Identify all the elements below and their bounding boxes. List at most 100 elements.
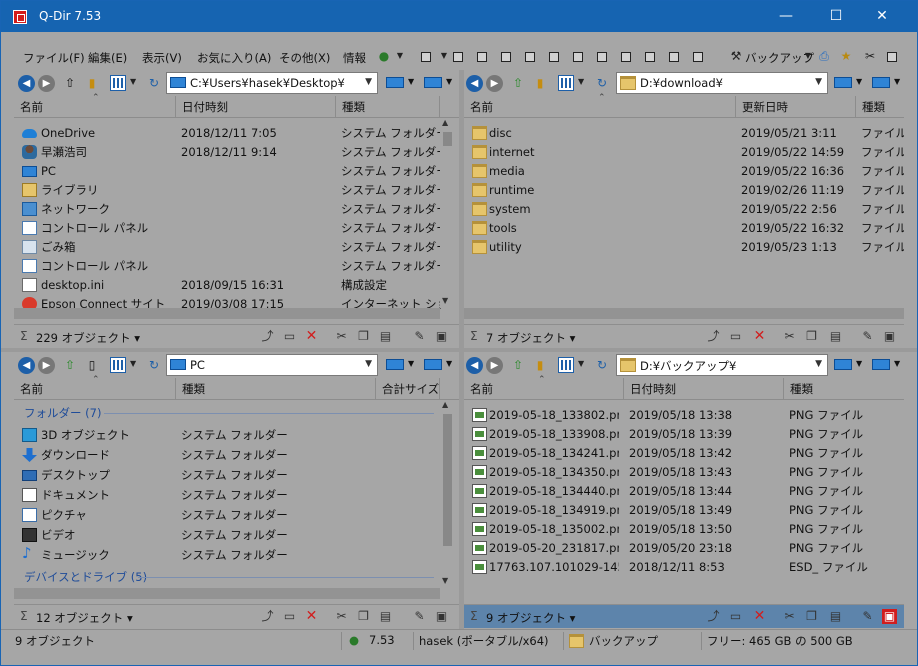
layout-7-icon[interactable] xyxy=(597,52,607,62)
scroll-down-icon[interactable]: ▼ xyxy=(442,296,448,305)
group-header-devices[interactable]: デバイスとドライブ (5) xyxy=(24,568,147,586)
printer-icon[interactable]: ⎙ xyxy=(817,49,831,63)
list-item[interactable]: desktop.ini 2018/09/15 16:31 構成設定 xyxy=(14,276,440,295)
lightning-icon[interactable]: ⤴ xyxy=(706,329,721,344)
delete-icon[interactable]: ✕ xyxy=(752,609,767,624)
chevron-down-icon[interactable]: ▼ xyxy=(578,359,584,368)
list-item[interactable]: runtime 2019/02/26 11:19 ファイル フ xyxy=(464,181,904,200)
forward-button[interactable]: ▶ xyxy=(486,357,503,374)
back-button[interactable]: ◀ xyxy=(466,357,483,374)
horizontal-scrollbar[interactable] xyxy=(14,308,440,319)
menu-other[interactable]: その他(X) xyxy=(279,50,330,66)
new-folder-icon[interactable]: ▯ xyxy=(84,357,100,373)
scroll-up-icon[interactable]: ▲ xyxy=(442,400,448,409)
list-item[interactable]: 2019-05-18_135002.png 2019/05/18 13:50 PNG… xyxy=(464,520,904,539)
cut-icon[interactable]: ✂ xyxy=(334,329,349,344)
layout-3-icon[interactable] xyxy=(501,52,511,62)
chevron-down-icon[interactable]: ▼ xyxy=(393,49,407,63)
new-folder-icon[interactable]: ▮ xyxy=(532,357,548,373)
copy-icon[interactable]: ❐ xyxy=(356,329,371,344)
up-folder-icon[interactable]: ⇧ xyxy=(510,75,526,91)
chevron-down-icon[interactable]: ▼ xyxy=(815,359,822,369)
chevron-down-icon[interactable]: ▼ xyxy=(815,77,822,87)
close-button[interactable]: ✕ xyxy=(859,1,905,32)
menu-favorites[interactable]: お気に入り(A) xyxy=(197,50,271,66)
chevron-down-icon[interactable]: ▼ xyxy=(130,77,136,86)
chevron-down-icon[interactable]: ▼ xyxy=(437,49,451,63)
column-type[interactable]: 種類 xyxy=(784,378,904,400)
list-item[interactable]: ライブラリ システム フォルダー xyxy=(14,181,441,200)
vertical-scrollbar[interactable]: ▲ ▼ xyxy=(440,400,455,588)
cut-icon[interactable]: ✂ xyxy=(782,609,797,624)
forward-button[interactable]: ▶ xyxy=(38,357,55,374)
path-field[interactable]: PC ▼ xyxy=(166,354,378,376)
menu-info[interactable]: 情報 xyxy=(343,50,366,66)
list-item[interactable]: ピクチャ システム フォルダー xyxy=(14,506,440,525)
monitor-menu-button[interactable]: ▼ xyxy=(382,74,420,92)
up-folder-icon[interactable]: ⇧ xyxy=(62,357,78,373)
monitor-menu-button-2[interactable]: ▼ xyxy=(420,356,458,374)
monitor-menu-button-2[interactable]: ▼ xyxy=(420,74,458,92)
list-item[interactable]: 2019-05-18_134241.png 2019/05/18 13:42 PNG… xyxy=(464,444,904,463)
layout-5-icon[interactable] xyxy=(549,52,559,62)
horizontal-scrollbar[interactable] xyxy=(464,308,904,319)
object-count[interactable]: 7 オブジェクト ▾ xyxy=(486,330,575,346)
layout-8-icon[interactable] xyxy=(621,52,631,62)
tools-icon[interactable]: ✂ xyxy=(863,49,877,63)
list-item[interactable]: media 2019/05/22 16:36 ファイル フ xyxy=(464,162,904,181)
cut-icon[interactable]: ✂ xyxy=(334,609,349,624)
monitor-menu-button[interactable]: ▼ xyxy=(830,356,868,374)
scroll-thumb[interactable] xyxy=(443,414,452,546)
menu-file[interactable]: ファイル(F) xyxy=(23,50,85,66)
list-item[interactable]: ネットワーク システム フォルダー xyxy=(14,200,441,219)
lightning-icon[interactable]: ⤴ xyxy=(260,329,275,344)
chevron-down-icon[interactable]: ▼ xyxy=(801,49,815,63)
list-item[interactable]: 2019-05-18_134440.png 2019/05/18 13:44 PNG… xyxy=(464,482,904,501)
refresh-icon[interactable]: ↻ xyxy=(146,75,162,91)
star-icon[interactable]: ★ xyxy=(839,49,853,63)
refresh-icon[interactable]: ↻ xyxy=(146,357,162,373)
monitor-menu-button[interactable]: ▼ xyxy=(830,74,868,92)
backup-icon[interactable]: ⚒ xyxy=(729,49,743,63)
new-folder-icon[interactable]: ▮ xyxy=(532,75,548,91)
view-mode-icon[interactable] xyxy=(558,357,574,373)
lightning-icon[interactable]: ⤴ xyxy=(260,609,275,624)
list-item[interactable]: 2019-05-18_133802.png 2019/05/18 13:38 PNG… xyxy=(464,406,904,425)
chevron-down-icon[interactable]: ▼ xyxy=(130,359,136,368)
list-item[interactable]: system 2019/05/22 2:56 ファイル フ xyxy=(464,200,904,219)
copy-icon[interactable]: ❐ xyxy=(804,609,819,624)
column-modified[interactable]: 更新日時 xyxy=(736,96,856,118)
list-item[interactable]: utility 2019/05/23 1:13 ファイル フ xyxy=(464,238,904,257)
layout-4-icon[interactable] xyxy=(525,52,535,62)
menu-view[interactable]: 表示(V) xyxy=(142,50,182,66)
pen-icon[interactable]: ✎ xyxy=(412,329,427,344)
paste-icon[interactable]: ▤ xyxy=(828,609,843,624)
list-item[interactable]: tools 2019/05/22 16:32 ファイル フ xyxy=(464,219,904,238)
back-button[interactable]: ◀ xyxy=(18,75,35,92)
path-field[interactable]: D:¥download¥ ▼ xyxy=(616,72,828,94)
copy-icon[interactable]: ❐ xyxy=(804,329,819,344)
layout-grid-icon[interactable] xyxy=(421,52,431,62)
object-count[interactable]: 9 オブジェクト ▾ xyxy=(486,610,575,626)
chevron-down-icon[interactable]: ▼ xyxy=(578,77,584,86)
layout-11-icon[interactable] xyxy=(693,52,703,62)
up-folder-icon[interactable]: ⇧ xyxy=(510,357,526,373)
new-folder-icon[interactable]: ▮ xyxy=(84,75,100,91)
properties-icon[interactable]: ▣ xyxy=(434,609,449,624)
column-date[interactable]: 日付時刻 xyxy=(624,378,784,400)
back-button[interactable]: ◀ xyxy=(466,75,483,92)
chevron-down-icon[interactable]: ▼ xyxy=(365,77,372,87)
object-count[interactable]: 229 オブジェクト ▾ xyxy=(36,330,140,346)
column-total-size[interactable]: 合計サイズ xyxy=(376,378,440,400)
list-item[interactable]: デスクトップ システム フォルダー xyxy=(14,466,440,485)
list-item[interactable]: 2019-05-18_133908.png 2019/05/18 13:39 PNG… xyxy=(464,425,904,444)
list-item[interactable]: 2019-05-20_231817.png 2019/05/20 23:18 PNG… xyxy=(464,539,904,558)
layout-9-icon[interactable] xyxy=(645,52,655,62)
list-item[interactable]: 2019-05-18_134919.png 2019/05/18 13:49 PNG… xyxy=(464,501,904,520)
minimize-button[interactable]: — xyxy=(763,1,809,32)
layout-10-icon[interactable] xyxy=(669,52,679,62)
rename-icon[interactable]: ▭ xyxy=(282,609,297,624)
maximize-button[interactable]: ☐ xyxy=(813,1,859,32)
view-mode-icon[interactable] xyxy=(558,75,574,91)
group-header-folders[interactable]: フォルダー (7) xyxy=(24,404,101,422)
